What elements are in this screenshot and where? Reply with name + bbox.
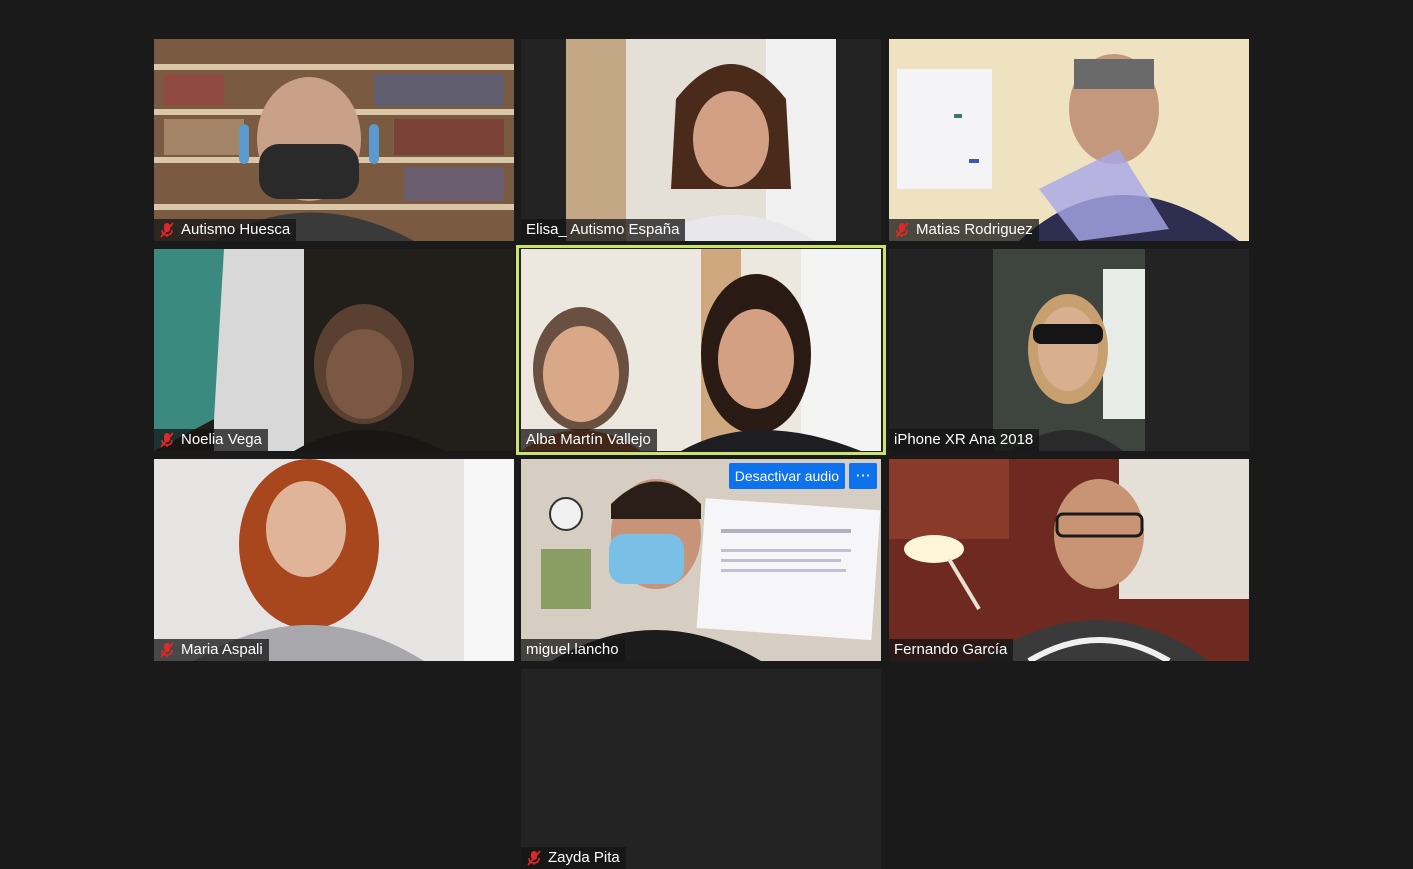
video-feed xyxy=(154,249,514,451)
video-tile-noelia[interactable]: Noelia Vega xyxy=(154,249,514,451)
participant-name: Autismo Huesca xyxy=(181,221,291,238)
muted-mic-icon xyxy=(160,642,174,658)
participant-name-tag: Autismo Huesca xyxy=(154,219,297,241)
participant-name: Matias Rodriguez xyxy=(916,221,1033,238)
participant-name-tag: Elisa_ Autismo España xyxy=(521,219,686,241)
participant-name-tag: Maria Aspali xyxy=(154,639,269,661)
video-tile-matias[interactable]: Matias Rodriguez xyxy=(889,39,1249,241)
video-image xyxy=(993,249,1145,451)
video-feed xyxy=(889,39,1249,241)
participant-name-tag: iPhone XR Ana 2018 xyxy=(889,429,1040,451)
video-image xyxy=(154,39,514,241)
video-image xyxy=(154,459,514,661)
participant-name-tag: Alba Martín Vallejo xyxy=(521,429,657,451)
video-image xyxy=(521,249,881,451)
video-feed xyxy=(521,249,881,451)
muted-mic-icon xyxy=(160,432,174,448)
video-feed xyxy=(889,459,1249,661)
video-tile-iphone-ana[interactable]: iPhone XR Ana 2018 xyxy=(889,249,1249,451)
video-tile-miguel[interactable]: Desactivar audio ··· miguel.lancho xyxy=(521,459,881,661)
participant-name: Noelia Vega xyxy=(181,431,262,448)
participant-name-tag: miguel.lancho xyxy=(521,639,625,661)
video-tile-autismo-huesca[interactable]: Autismo Huesca xyxy=(154,39,514,241)
video-image xyxy=(566,39,836,241)
video-tile-zayda-video-off[interactable]: Zayda Pita xyxy=(521,669,881,869)
video-feed xyxy=(566,39,836,241)
video-image xyxy=(521,459,881,661)
video-image xyxy=(889,39,1249,241)
video-tile-alba-active-speaker[interactable]: Alba Martín Vallejo xyxy=(516,245,886,455)
muted-mic-icon xyxy=(895,222,909,238)
unmute-participant-button[interactable]: Desactivar audio xyxy=(728,463,845,489)
video-feed xyxy=(154,39,514,241)
video-tile-fernando[interactable]: Fernando García xyxy=(889,459,1249,661)
participant-name-tag: Zayda Pita xyxy=(521,847,626,869)
participant-name: iPhone XR Ana 2018 xyxy=(894,431,1034,448)
participant-name: Elisa_ Autismo España xyxy=(526,221,680,238)
participant-name: Alba Martín Vallejo xyxy=(526,431,651,448)
participant-name-tag: Matias Rodriguez xyxy=(889,219,1039,241)
muted-mic-icon xyxy=(160,222,174,238)
video-tile-maria[interactable]: Maria Aspali xyxy=(154,459,514,661)
video-image xyxy=(154,249,514,451)
video-feed xyxy=(521,459,881,661)
muted-mic-icon xyxy=(527,850,541,866)
video-feed xyxy=(993,249,1145,451)
participant-hover-controls: Desactivar audio ··· xyxy=(728,463,877,489)
more-options-button[interactable]: ··· xyxy=(849,463,877,489)
participant-name: Fernando García xyxy=(894,641,1008,658)
participant-name: Zayda Pita xyxy=(548,849,620,866)
participant-name: miguel.lancho xyxy=(526,641,619,658)
participant-name-tag: Fernando García xyxy=(889,639,1014,661)
video-image xyxy=(889,459,1249,661)
participant-name: Maria Aspali xyxy=(181,641,263,658)
participant-name-tag: Noelia Vega xyxy=(154,429,268,451)
video-feed xyxy=(154,459,514,661)
video-gallery: Autismo Huesca Elisa_ Autismo España Mat… xyxy=(0,0,1413,869)
video-tile-elisa[interactable]: Elisa_ Autismo España xyxy=(521,39,881,241)
